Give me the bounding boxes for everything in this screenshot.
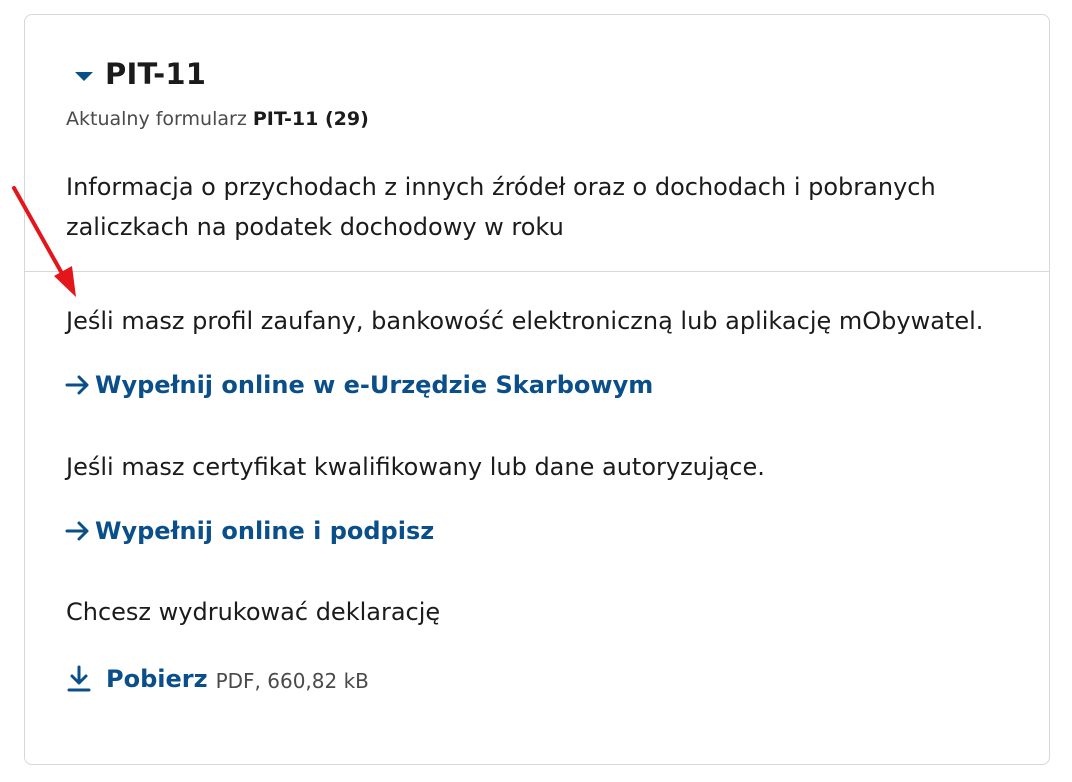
arrow-right-icon xyxy=(65,521,89,541)
fill-online-sign-label: Wypełnij online i podpisz xyxy=(95,517,435,545)
fill-online-eus-link[interactable]: Wypełnij online w e-Urzędzie Skarbowym xyxy=(65,371,653,399)
certificate-info-text: Jeśli masz certyfikat kwalifikowany lub … xyxy=(66,453,765,481)
download-link[interactable]: Pobierz xyxy=(106,665,208,693)
fill-online-sign-link[interactable]: Wypełnij online i podpisz xyxy=(65,517,434,545)
print-info-text: Chcesz wydrukować deklarację xyxy=(66,598,441,626)
arrow-right-icon xyxy=(65,375,89,395)
current-form-prefix: Aktualny formularz xyxy=(66,108,247,130)
file-meta: PDF, 660,82 kB xyxy=(215,668,369,693)
card-header: PIT-11 Aktualny formularz PIT-11 (29) In… xyxy=(25,15,1049,272)
form-title: PIT-11 xyxy=(105,57,207,91)
form-description: Informacja o przychodach z innych źródeł… xyxy=(66,173,936,241)
caret-down-icon[interactable] xyxy=(75,71,93,81)
form-card: PIT-11 Aktualny formularz PIT-11 (29) In… xyxy=(24,14,1050,765)
current-form-name: PIT-11 (29) xyxy=(252,108,369,130)
profile-info-text: Jeśli masz profil zaufany, bankowość ele… xyxy=(66,307,984,335)
form-title-toggle[interactable]: PIT-11 xyxy=(75,57,206,91)
current-form-info: Aktualny formularz PIT-11 (29) xyxy=(66,108,369,130)
download-icon[interactable] xyxy=(66,665,92,693)
fill-online-eus-label: Wypełnij online w e-Urzędzie Skarbowym xyxy=(95,371,654,399)
download-row: Pobierz PDF, 660,82 kB xyxy=(66,665,369,693)
